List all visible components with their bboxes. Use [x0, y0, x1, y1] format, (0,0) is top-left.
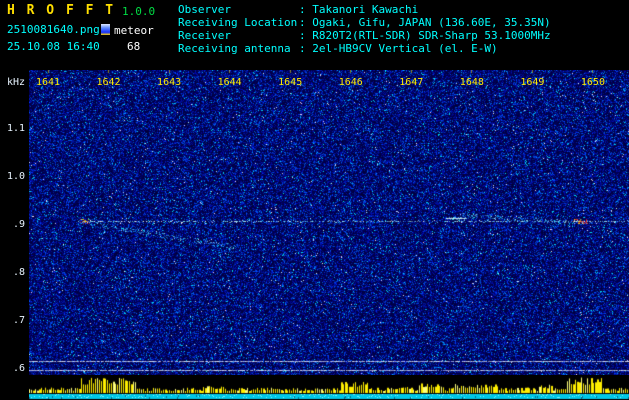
info-value: : R820T2(RTL-SDR) SDR-Sharp 53.1000MHz	[299, 29, 551, 42]
freq-tick-label: .9	[12, 219, 25, 230]
echo-count: 68	[127, 40, 141, 53]
freq-tick-label: .7	[12, 315, 25, 326]
app-title: H R O F F T	[7, 3, 116, 18]
info-value: : Ogaki, Gifu, JAPAN (136.60E, 35.35N)	[299, 16, 551, 29]
histogram-canvas	[29, 375, 629, 400]
mode-label: meteor	[114, 24, 154, 37]
freq-tick-label: .6	[12, 363, 25, 374]
spectrogram-canvas	[29, 70, 629, 375]
header: H R O F F T 1.0.0 2510081640.png meteor …	[0, 0, 629, 70]
timestamp: 25.10.08 16:40	[7, 40, 100, 53]
app-version: 1.0.0	[122, 5, 156, 18]
frequency-axis: kHz 1.1 1.0 .9 .8 .7 .6	[0, 70, 29, 375]
info-row-receiver: Receiver : R820T2(RTL-SDR) SDR-Sharp 53.1…	[178, 29, 551, 42]
spectrogram: 1641 1642 1643 1644 1645 1646 1647 1648 1649 1650	[29, 70, 629, 375]
info-value: : 2el-HB9CV Vertical (el. E-W)	[299, 42, 498, 55]
hrofft-output: H R O F F T 1.0.0 2510081640.png meteor …	[0, 0, 629, 400]
info-value: : Takanori Kawachi	[299, 3, 419, 16]
freq-tick-label: .8	[12, 267, 25, 278]
info-row-antenna: Receiving antenna : 2el-HB9CV Vertical (e…	[178, 42, 551, 55]
info-label: Receiver	[178, 29, 231, 42]
freq-unit-label: kHz	[6, 77, 25, 88]
freq-tick-label: 1.1	[6, 123, 25, 134]
filename: 2510081640.png	[7, 23, 100, 36]
freq-tick-label: 1.0	[6, 171, 25, 182]
activity-histogram	[29, 375, 629, 400]
info-row-observer: Observer : Takanori Kawachi	[178, 3, 551, 16]
info-label: Observer	[178, 3, 231, 16]
station-info: Observer : Takanori Kawachi Receiving Loc…	[178, 3, 551, 55]
color-scale-icon	[101, 24, 110, 35]
info-label: Receiving Location	[178, 16, 298, 29]
info-label: Receiving antenna	[178, 42, 291, 55]
info-row-location: Receiving Location: Ogaki, Gifu, JAPAN (…	[178, 16, 551, 29]
